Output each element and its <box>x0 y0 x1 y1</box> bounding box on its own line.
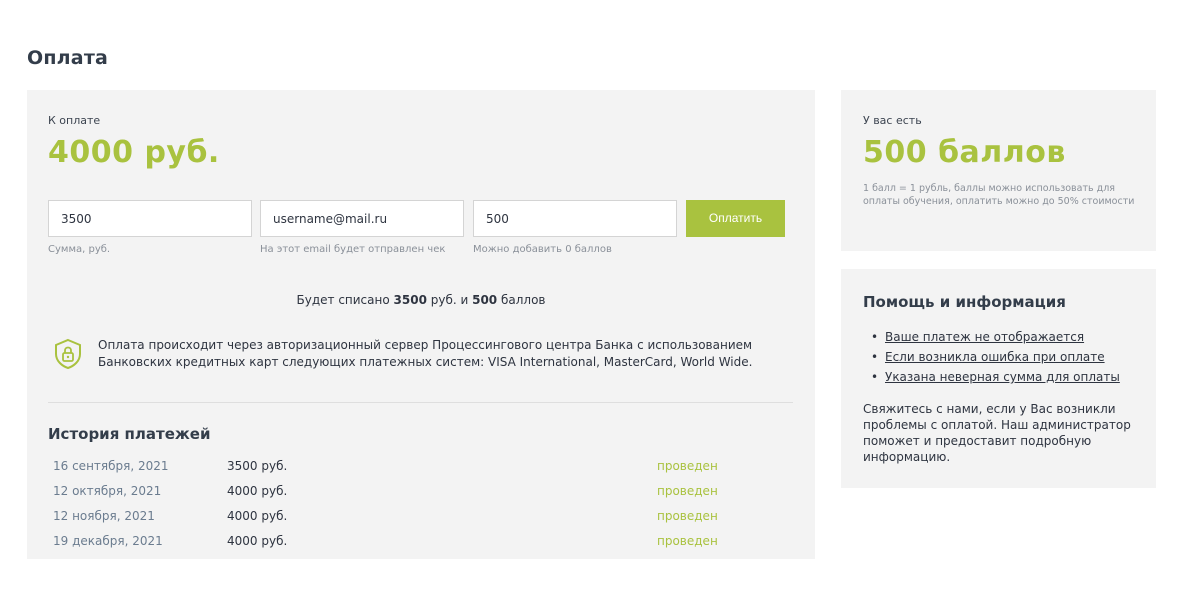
points-input[interactable] <box>473 200 677 237</box>
help-link-item: • Ваше платеж не отображается <box>871 327 1120 347</box>
history-date: 19 декабря, 2021 <box>53 534 163 548</box>
history-row: 19 декабря, 2021 4000 руб. проведен <box>53 534 753 554</box>
pay-button[interactable]: Оплатить <box>686 200 785 237</box>
deduct-summary: Будет списано 3500 руб. и 500 баллов <box>27 293 815 307</box>
points-label: У вас есть <box>863 114 922 127</box>
secure-notice: Оплата происходит через авторизационный … <box>51 337 791 371</box>
deduct-rub: 3500 <box>393 293 427 307</box>
history-title: История платежей <box>48 425 211 443</box>
payment-panel: К оплате 4000 руб. Сумма, руб. На этот e… <box>27 90 815 559</box>
points-amount: 500 баллов <box>863 135 1066 170</box>
history-amount: 4000 руб. <box>227 534 288 548</box>
help-links: • Ваше платеж не отображается • Если возни… <box>871 327 1120 387</box>
history-row: 12 ноября, 2021 4000 руб. проведен <box>53 509 753 529</box>
due-amount: 4000 руб. <box>48 135 220 170</box>
shield-lock-icon <box>55 338 81 370</box>
help-text: Свяжитесь с нами, если у Вас возникли пр… <box>863 402 1131 464</box>
history-row: 12 октября, 2021 4000 руб. проведен <box>53 484 753 504</box>
due-label: К оплате <box>48 114 101 127</box>
secure-text: Оплата происходит через авторизационный … <box>98 338 753 369</box>
history-row: 16 сентября, 2021 3500 руб. проведен <box>53 459 753 479</box>
bullet: • <box>871 370 879 384</box>
divider <box>48 402 793 403</box>
points-panel: У вас есть 500 баллов 1 балл = 1 рубль, … <box>841 90 1156 251</box>
deduct-suffix: баллов <box>497 293 546 307</box>
email-hint: На этот email будет отправлен чек <box>260 244 446 255</box>
history-status: проведен <box>657 509 718 523</box>
deduct-prefix: Будет списано <box>296 293 394 307</box>
history-date: 12 ноября, 2021 <box>53 509 155 523</box>
history-status: проведен <box>657 534 718 548</box>
help-link-payment-error[interactable]: Если возникла ошибка при оплате <box>885 350 1105 364</box>
help-panel: Помощь и информация • Ваше платеж не отоб… <box>841 269 1156 488</box>
history-date: 16 сентября, 2021 <box>53 459 169 473</box>
history-status: проведен <box>657 484 718 498</box>
bullet: • <box>871 350 879 364</box>
help-link-item: • Указана неверная сумма для оплаты <box>871 367 1120 387</box>
help-link-not-displayed[interactable]: Ваше платеж не отображается <box>885 330 1084 344</box>
help-title: Помощь и информация <box>863 293 1066 311</box>
help-link-item: • Если возникла ошибка при оплате <box>871 347 1120 367</box>
points-description: 1 балл = 1 рубль, баллы можно использова… <box>863 183 1135 207</box>
sum-hint: Сумма, руб. <box>48 244 111 255</box>
history-amount: 3500 руб. <box>227 459 288 473</box>
email-input[interactable] <box>260 200 464 237</box>
help-link-wrong-amount[interactable]: Указана неверная сумма для оплаты <box>885 370 1120 384</box>
sum-input[interactable] <box>48 200 252 237</box>
deduct-mid: руб. и <box>426 293 473 307</box>
history-amount: 4000 руб. <box>227 484 288 498</box>
history-date: 12 октября, 2021 <box>53 484 162 498</box>
page-title: Оплата <box>27 47 109 69</box>
history-amount: 4000 руб. <box>227 509 288 523</box>
deduct-points: 500 <box>472 293 498 307</box>
points-hint: Можно добавить 0 баллов <box>473 244 612 255</box>
bullet: • <box>871 330 879 344</box>
history-status: проведен <box>657 459 718 473</box>
